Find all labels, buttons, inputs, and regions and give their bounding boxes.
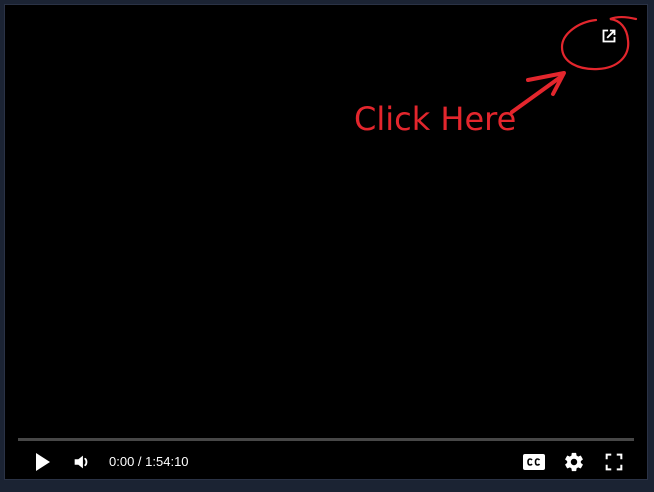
video-player[interactable] [4,4,648,480]
open-external-icon [602,29,616,43]
current-time: 0:00 [109,454,135,469]
fullscreen-icon [605,453,623,471]
gear-icon [565,452,583,472]
settings-button[interactable] [560,448,588,476]
volume-button[interactable] [68,448,96,476]
time-separator: / [134,454,146,469]
progress-bar[interactable] [18,438,634,441]
fullscreen-button[interactable] [600,448,628,476]
annotation-label: Click Here [354,100,517,138]
time-display: 0:00 / 1:54:10 [109,454,189,469]
duration: 1:54:10 [145,454,189,469]
volume-icon [74,455,88,469]
captions-button[interactable] [520,448,548,476]
play-icon [36,453,50,471]
popout-button[interactable] [595,22,623,50]
cc-icon [523,454,545,470]
play-button[interactable] [28,448,56,476]
